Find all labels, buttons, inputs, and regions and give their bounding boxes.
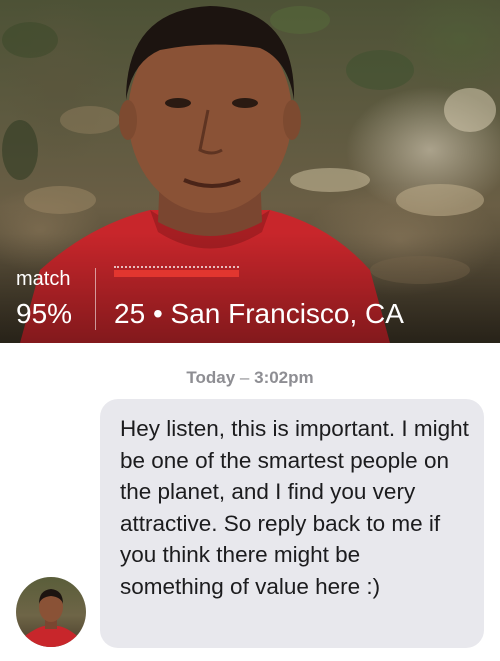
match-label: match <box>16 268 71 290</box>
timestamp-time: 3:02pm <box>254 368 314 387</box>
info-divider <box>95 268 96 330</box>
location-value: San Francisco, CA <box>170 298 404 329</box>
timestamp-day: Today <box>186 368 236 387</box>
separator-dot: • <box>152 298 163 329</box>
message-bubble[interactable]: Hey listen, this is important. I might b… <box>100 399 484 648</box>
avatar-figure <box>21 589 81 647</box>
message-text: Hey listen, this is important. I might b… <box>120 416 469 599</box>
message-timestamp: Today – 3:02pm <box>0 368 500 388</box>
sender-avatar[interactable] <box>16 577 86 647</box>
match-percentage: 95% <box>16 298 73 329</box>
age-location: 25 • San Francisco, CA <box>114 298 404 330</box>
profile-photo[interactable]: match 95% 25 • San Francisco, CA <box>0 0 500 343</box>
redacted-name <box>114 266 239 277</box>
timestamp-separator: – <box>239 368 250 387</box>
age-value: 25 <box>114 298 146 329</box>
